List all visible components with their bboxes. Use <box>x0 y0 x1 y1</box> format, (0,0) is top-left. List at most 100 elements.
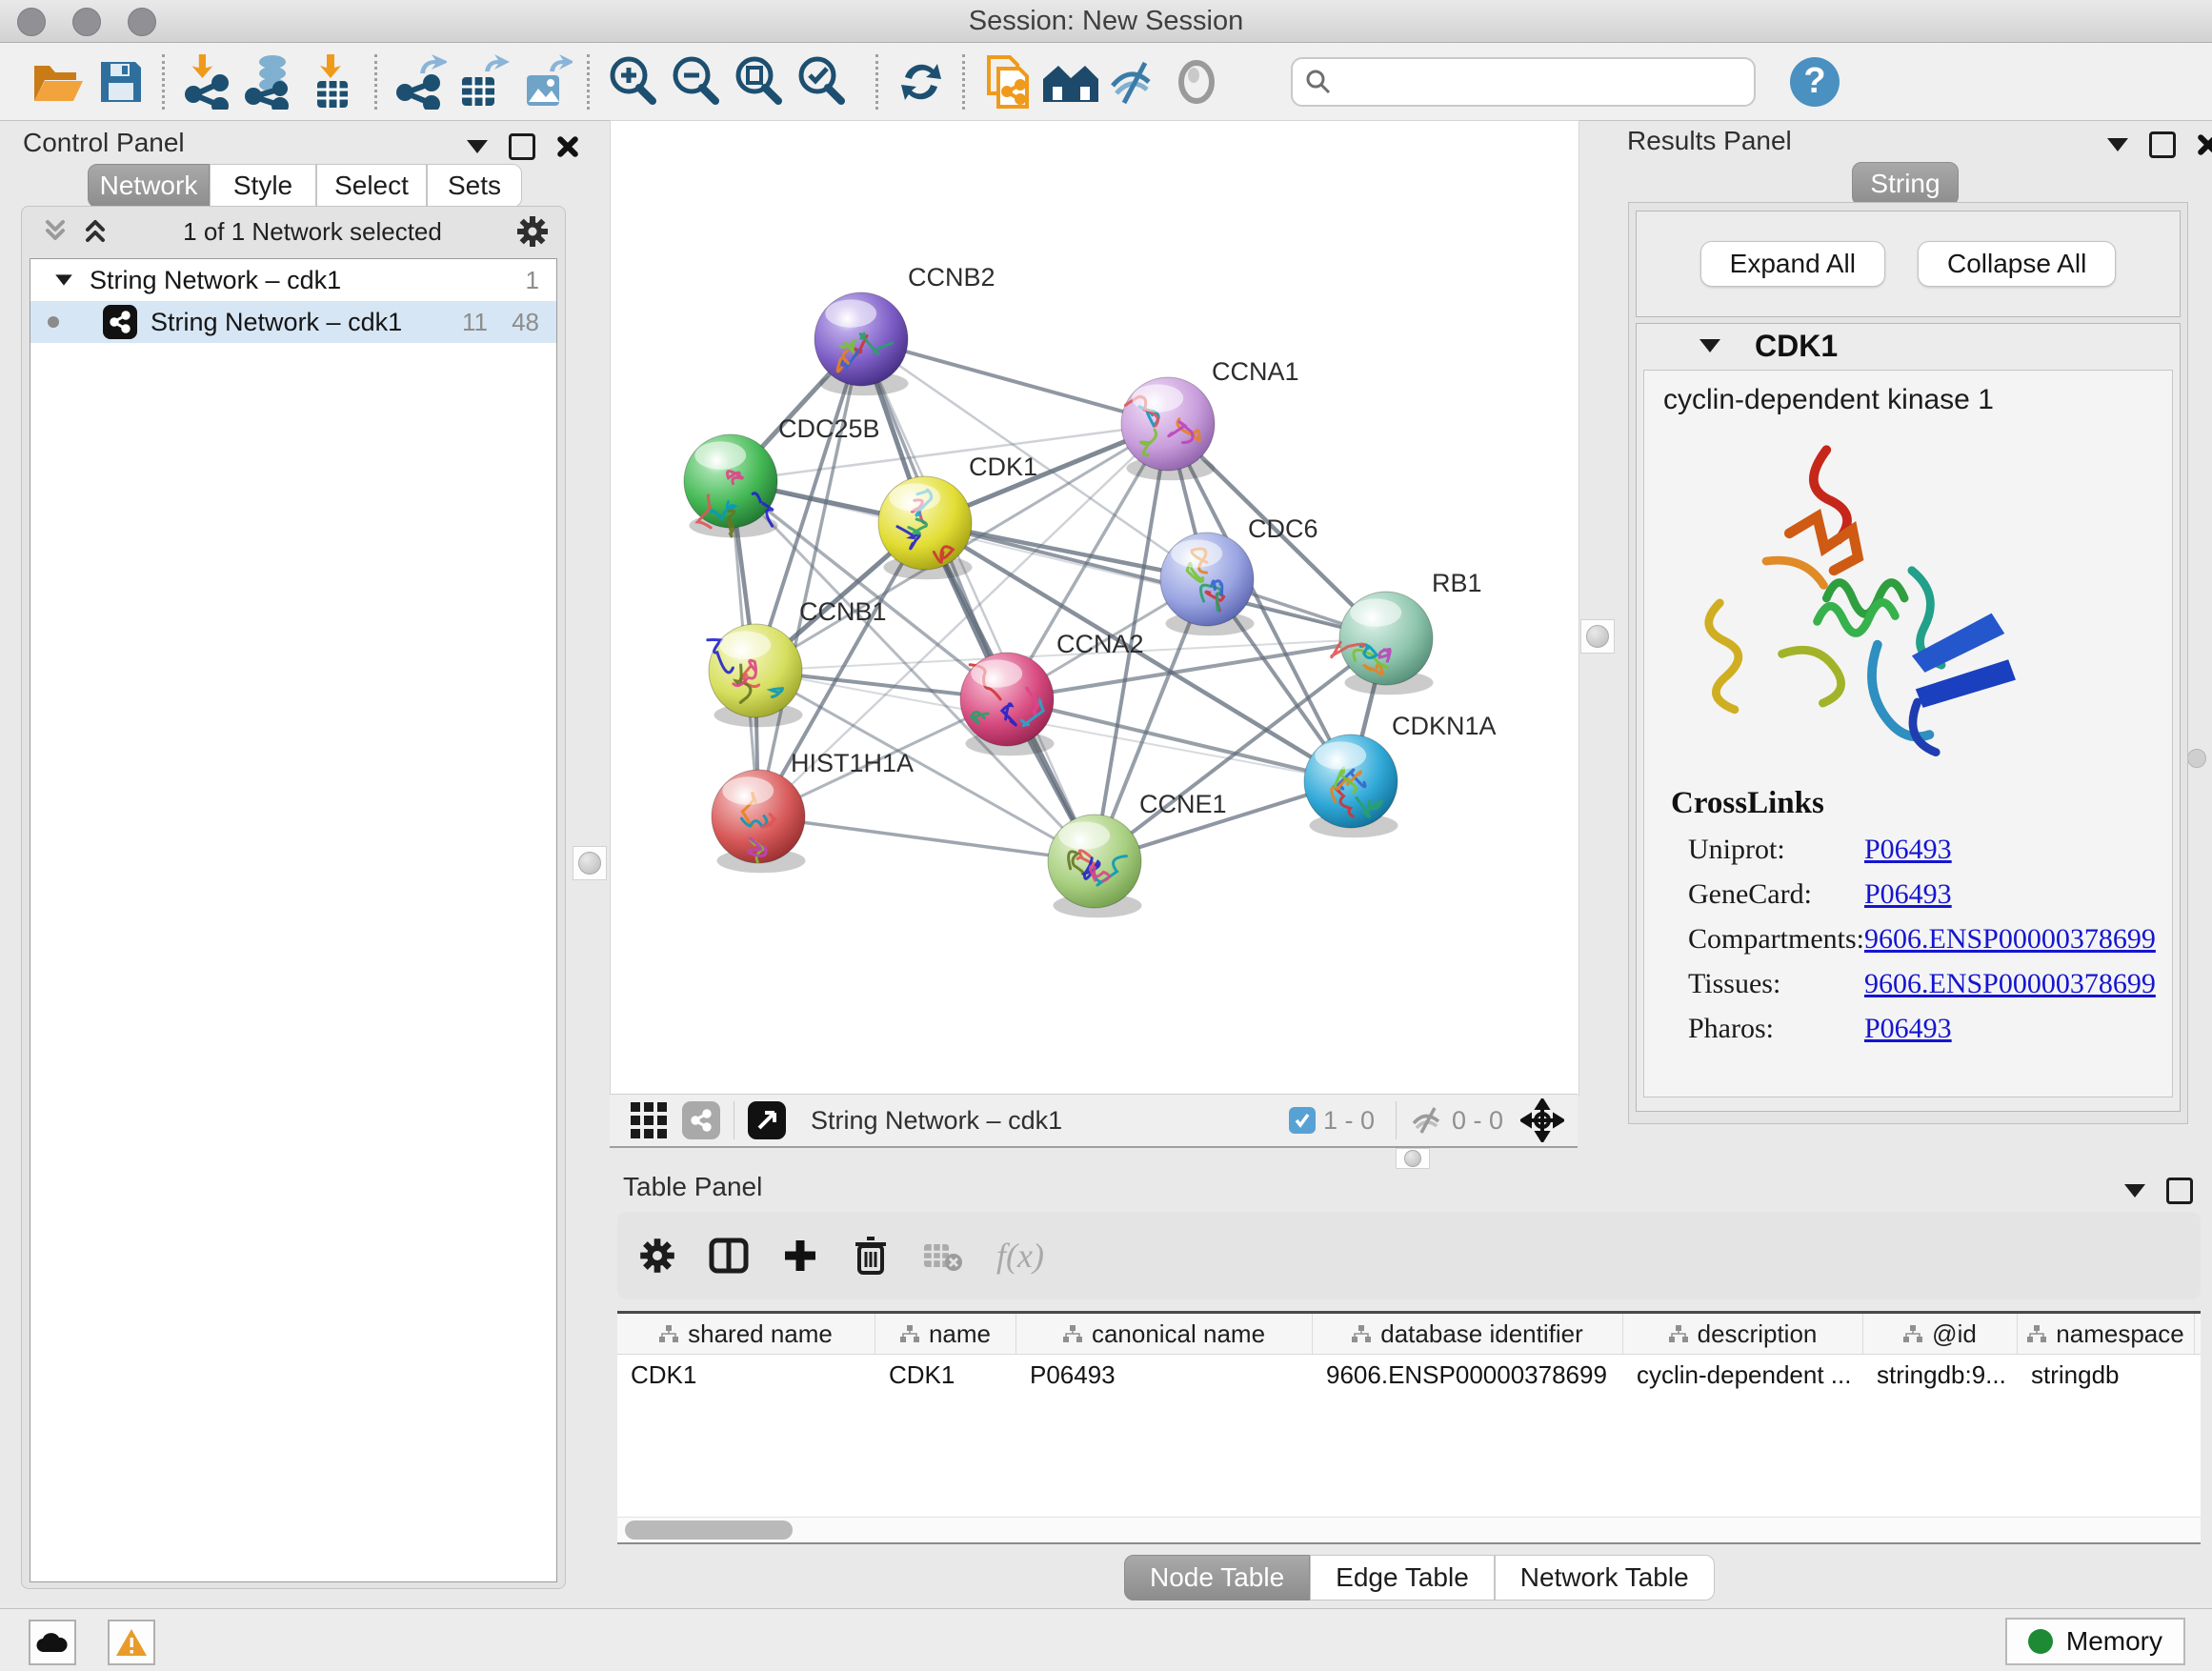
graph-edge-CCNB2-CCNE1[interactable] <box>861 339 1095 861</box>
right-splitter-grip[interactable] <box>1580 619 1615 654</box>
collapse-all-button[interactable]: Collapse All <box>1918 241 2116 287</box>
column-header[interactable]: name <box>875 1314 1016 1354</box>
zoom-fit-button[interactable] <box>727 51 790 112</box>
tissues-link[interactable]: 9606.ENSP00000378699 <box>1864 968 2156 1000</box>
graph-node-RB1[interactable] <box>1332 592 1433 685</box>
graph-node-CCNA2[interactable] <box>960 653 1054 746</box>
tab-string[interactable]: String <box>1852 162 1959 206</box>
pharos-link[interactable]: P06493 <box>1864 1013 1952 1045</box>
graph-node-CCNE1[interactable] <box>1048 815 1141 908</box>
tab-node-table[interactable]: Node Table <box>1124 1555 1310 1601</box>
panel-menu-icon[interactable] <box>2107 138 2128 151</box>
table-horizontal-scrollbar[interactable] <box>617 1517 2201 1542</box>
main-toolbar: ? <box>0 43 2212 121</box>
export-image-icon <box>519 54 573 110</box>
column-header[interactable]: canonical name <box>1016 1314 1313 1354</box>
network-row-selected[interactable]: String Network – cdk1 11 48 <box>30 301 556 343</box>
save-session-button[interactable] <box>90 51 152 112</box>
gear-icon[interactable] <box>515 214 550 249</box>
graph-node-HIST1H1A[interactable] <box>712 770 805 863</box>
table-cell[interactable]: cyclin-dependent ... <box>1623 1355 1863 1395</box>
expand-all-button[interactable]: Expand All <box>1700 241 1885 287</box>
column-header[interactable]: database identifier <box>1313 1314 1623 1354</box>
float-panel-icon[interactable] <box>2166 1178 2193 1204</box>
import-network-database-button[interactable] <box>239 51 302 112</box>
graph-node-CDC6[interactable] <box>1160 533 1254 626</box>
search-input[interactable] <box>1333 66 1742 97</box>
panel-menu-icon[interactable] <box>467 140 488 153</box>
table-cell[interactable]: 9606.ENSP00000378699 <box>1313 1355 1623 1395</box>
graph-node-CCNA1[interactable] <box>1121 377 1215 471</box>
table-mode-gear-icon[interactable] <box>638 1237 676 1275</box>
collapse-all-icon[interactable] <box>41 217 70 246</box>
selected-checkbox-icon[interactable] <box>1289 1107 1316 1134</box>
left-splitter-grip[interactable] <box>573 846 607 880</box>
tab-select[interactable]: Select <box>316 164 427 208</box>
section-collapse-icon[interactable] <box>1699 339 1720 352</box>
open-in-window-icon[interactable] <box>748 1101 786 1139</box>
column-header[interactable]: shared name <box>617 1314 875 1354</box>
table-cell[interactable]: CDK1 <box>875 1355 1016 1395</box>
genecard-link[interactable]: P06493 <box>1864 878 1952 911</box>
network-collection-row[interactable]: String Network – cdk1 1 <box>30 259 556 301</box>
bottom-splitter-grip[interactable] <box>1396 1148 1430 1169</box>
memory-button[interactable]: Memory <box>2005 1618 2185 1665</box>
expand-all-icon[interactable] <box>81 217 110 246</box>
export-table-button[interactable] <box>452 51 514 112</box>
show-all-button[interactable] <box>1165 51 1228 112</box>
table-cell[interactable]: CDK1 <box>617 1355 875 1395</box>
zoom-in-button[interactable] <box>601 51 664 112</box>
graph-edge-HIST1H1A-CCNE1[interactable] <box>758 816 1095 861</box>
show-columns-icon[interactable] <box>709 1236 749 1276</box>
open-session-button[interactable] <box>27 51 90 112</box>
tab-edge-table[interactable]: Edge Table <box>1310 1555 1495 1601</box>
import-table-button[interactable] <box>302 51 365 112</box>
graph-node-CDK1[interactable] <box>878 476 972 570</box>
network-from-selection-button[interactable] <box>976 51 1039 112</box>
help-button[interactable]: ? <box>1790 57 1840 107</box>
network-canvas[interactable]: CCNB2CCNA1CDC25BCDK1CDC6RB1CCNB1CCNA2CDK… <box>610 120 1579 1096</box>
tab-network-table[interactable]: Network Table <box>1495 1555 1715 1601</box>
zoom-out-button[interactable] <box>664 51 727 112</box>
table-cell[interactable]: stringdb <box>2018 1355 2195 1395</box>
table-cell[interactable]: stringdb:9... <box>1863 1355 2018 1395</box>
tab-network[interactable]: Network <box>88 164 210 208</box>
apply-layout-button[interactable] <box>890 51 953 112</box>
close-panel-icon[interactable] <box>2197 133 2212 156</box>
column-header[interactable]: description <box>1623 1314 1863 1354</box>
hide-selected-button[interactable] <box>1102 51 1165 112</box>
uniprot-link[interactable]: P06493 <box>1864 834 1952 866</box>
birdseye-view-icon[interactable] <box>631 1102 667 1138</box>
graph-edge-CCNB2-HIST1H1A[interactable] <box>758 339 861 816</box>
panel-menu-icon[interactable] <box>2124 1184 2145 1198</box>
compartments-link[interactable]: 9606.ENSP00000378699 <box>1864 923 2156 956</box>
cloud-status-button[interactable] <box>29 1620 76 1665</box>
close-panel-icon[interactable] <box>556 135 579 158</box>
float-panel-icon[interactable] <box>2149 131 2176 158</box>
table-row[interactable]: CDK1CDK1P064939606.ENSP00000378699cyclin… <box>617 1355 2201 1395</box>
show-welcome-button[interactable] <box>1039 51 1102 112</box>
collection-expand-icon[interactable] <box>55 274 72 285</box>
network-graph[interactable]: CCNB2CCNA1CDC25BCDK1CDC6RB1CCNB1CCNA2CDK… <box>611 121 1579 1095</box>
pan-crosshair-icon[interactable] <box>1520 1098 1564 1142</box>
network-share-icon[interactable] <box>682 1101 720 1139</box>
add-column-icon[interactable] <box>781 1237 819 1275</box>
tab-sets[interactable]: Sets <box>427 164 522 208</box>
column-header[interactable]: namespace <box>2018 1314 2195 1354</box>
graph-node-CCNB2[interactable] <box>814 292 908 386</box>
graph-node-CDKN1A[interactable] <box>1304 735 1398 828</box>
warnings-button[interactable] <box>108 1620 155 1665</box>
scrollbar-thumb[interactable] <box>625 1520 793 1540</box>
cdk1-section-header[interactable]: CDK1 <box>1637 324 2180 368</box>
export-image-button[interactable] <box>514 51 577 112</box>
export-network-button[interactable] <box>389 51 452 112</box>
column-header[interactable]: @id <box>1863 1314 2018 1354</box>
tab-style[interactable]: Style <box>210 164 316 208</box>
import-network-file-button[interactable] <box>176 51 239 112</box>
table-cell[interactable]: P06493 <box>1016 1355 1313 1395</box>
zoom-selected-button[interactable] <box>790 51 853 112</box>
graph-node-CCNB1[interactable] <box>708 624 802 717</box>
float-panel-icon[interactable] <box>509 133 535 160</box>
network-status-dot <box>48 316 59 328</box>
delete-column-trash-icon[interactable] <box>852 1235 890 1277</box>
